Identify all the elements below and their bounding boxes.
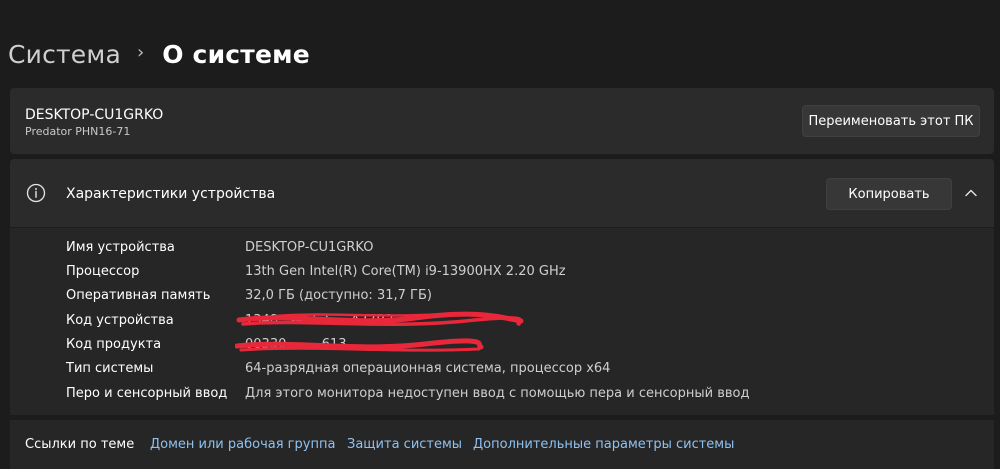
about-page: Система › О системе DESKTOP-CU1GRKO Pred… xyxy=(0,0,1000,469)
spec-value[interactable]: 64-разрядная операционная система, проце… xyxy=(245,361,610,376)
page-title: О системе xyxy=(162,39,310,69)
link-advanced-system-settings[interactable]: Дополнительные параметры системы xyxy=(473,437,734,452)
spec-row-pen-touch: Перо и сенсорный ввод Для этого монитора… xyxy=(10,382,994,406)
copy-button[interactable]: Копировать xyxy=(826,178,952,210)
related-links-title: Ссылки по теме xyxy=(25,437,135,452)
spec-label: Код продукта xyxy=(66,337,162,352)
link-system-protection[interactable]: Защита системы xyxy=(347,437,462,452)
info-icon xyxy=(26,183,46,203)
spec-value[interactable]: DESKTOP-CU1GRKO xyxy=(245,240,373,255)
device-card: DESKTOP-CU1GRKO Predator PHN16-71 Переим… xyxy=(10,88,994,154)
spec-label: Процессор xyxy=(66,264,140,279)
spec-label: Тип системы xyxy=(66,361,154,376)
spec-row-product-id: Код продукта 00330-…-…613 xyxy=(10,333,994,357)
spec-row-ram: Оперативная память 32,0 ГБ (доступно: 31… xyxy=(10,284,994,308)
rename-pc-button[interactable]: Переименовать этот ПК xyxy=(802,105,980,137)
device-specs-header[interactable]: Характеристики устройства Копировать xyxy=(10,159,994,227)
spec-label: Перо и сенсорный ввод xyxy=(66,386,228,401)
spec-row-device-name: Имя устройства DESKTOP-CU1GRKO xyxy=(10,236,994,260)
link-domain-workgroup[interactable]: Домен или рабочая группа xyxy=(150,437,335,452)
spec-value[interactable]: 13th Gen Intel(R) Core(TM) i9-13900HX 2.… xyxy=(245,264,566,279)
device-model: Predator PHN16-71 xyxy=(25,125,131,138)
related-links: Ссылки по теме Домен или рабочая группа … xyxy=(10,420,994,469)
chevron-right-icon: › xyxy=(136,41,145,63)
breadcrumb-system-link[interactable]: Система xyxy=(8,40,121,69)
spec-value[interactable]: 1348…-4EE3-…-A77B2 xyxy=(245,313,393,328)
spec-label: Код устройства xyxy=(66,313,174,328)
device-specs-title: Характеристики устройства xyxy=(66,186,276,202)
spec-row-system-type: Тип системы 64-разрядная операционная си… xyxy=(10,357,994,381)
chevron-up-icon[interactable] xyxy=(964,186,978,200)
spec-label: Имя устройства xyxy=(66,240,175,255)
device-name: DESKTOP-CU1GRKO xyxy=(25,107,164,123)
spec-row-device-id: Код устройства 1348…-4EE3-…-A77B2 xyxy=(10,309,994,333)
spec-value[interactable]: Для этого монитора недоступен ввод с пом… xyxy=(245,386,749,401)
spec-label: Оперативная память xyxy=(66,288,211,303)
breadcrumb: Система › О системе xyxy=(8,34,310,74)
spec-value[interactable]: 32,0 ГБ (доступно: 31,7 ГБ) xyxy=(245,288,432,303)
spec-row-processor: Процессор 13th Gen Intel(R) Core(TM) i9-… xyxy=(10,260,994,284)
device-specs-list: Имя устройства DESKTOP-CU1GRKO Процессор… xyxy=(10,228,994,415)
spec-value[interactable]: 00330-…-…613 xyxy=(245,337,347,352)
